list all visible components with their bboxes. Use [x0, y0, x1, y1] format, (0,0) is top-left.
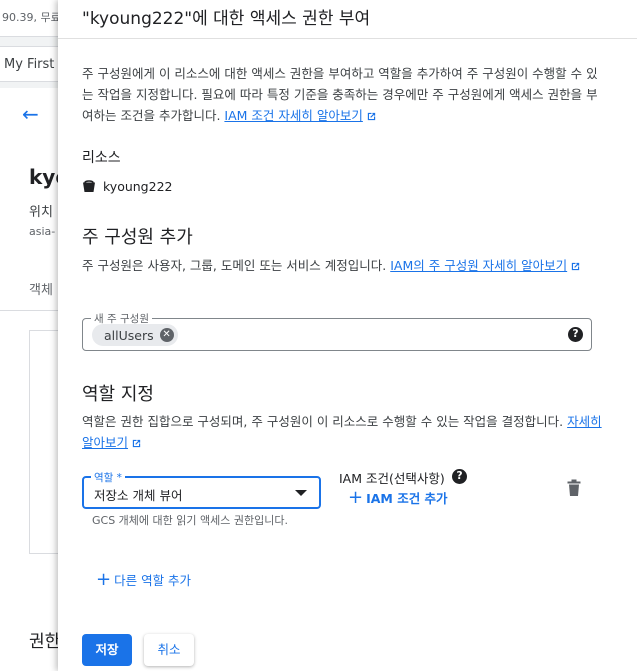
- resource-name: kyoung222: [103, 178, 173, 194]
- principal-chip-label: allUsers: [104, 327, 154, 343]
- new-principals-input[interactable]: 새 주 구성원 allUsers ✕ ?: [82, 311, 592, 351]
- remove-chip-icon[interactable]: ✕: [159, 328, 174, 342]
- back-arrow-icon[interactable]: ←: [22, 102, 39, 126]
- help-icon[interactable]: ?: [568, 327, 583, 342]
- grant-access-panel: "kyoung222"에 대한 액세스 권한 부여 주 구성원에게 이 리소스에…: [58, 0, 637, 671]
- role-label: 역할 *: [91, 470, 125, 485]
- panel-title: "kyoung222"에 대한 액세스 권한 부여: [82, 9, 371, 29]
- project-selector-label: My First: [4, 57, 55, 72]
- external-link-icon: [132, 439, 141, 448]
- background-topbar: 90.39, 무료: [0, 0, 61, 37]
- plus-icon: +: [348, 486, 364, 508]
- bucket-icon: [83, 180, 95, 192]
- background-objects-tab[interactable]: 객체: [29, 279, 53, 298]
- dropdown-arrow-icon: [295, 490, 307, 496]
- intro-text: 주 구성원에게 이 리소스에 대한 액세스 권한을 부여하고 역할을 추가하여 …: [82, 63, 602, 126]
- add-another-role-label: 다른 역할 추가: [114, 573, 192, 588]
- add-iam-condition-label: IAM 조건 추가: [366, 491, 448, 506]
- panel-header: "kyoung222"에 대한 액세스 권한 부여: [58, 0, 637, 39]
- assign-roles-description: 역할은 권한 집합으로 구성되며, 주 구성원이 이 리소스로 수행할 수 있는…: [82, 411, 602, 453]
- roles-desc-body: 역할은 권한 집합으로 구성되며, 주 구성원이 이 리소스로 수행할 수 있는…: [82, 414, 564, 429]
- assign-roles-heading: 역할 지정: [82, 384, 154, 405]
- cancel-button[interactable]: 취소: [144, 634, 194, 666]
- background-location-label: 위치: [29, 205, 53, 220]
- principals-learn-more-link[interactable]: IAM의 주 구성원 자세히 알아보기: [390, 258, 581, 273]
- delete-icon[interactable]: [566, 479, 582, 497]
- add-iam-condition-button[interactable]: + IAM 조건 추가: [348, 488, 448, 507]
- principal-chip[interactable]: allUsers ✕: [92, 324, 178, 346]
- external-link-icon: [367, 112, 376, 121]
- project-selector[interactable]: My First: [0, 46, 60, 82]
- add-principals-description: 주 구성원은 사용자, 그룹, 도메인 또는 서비스 계정입니다. IAM의 주…: [82, 255, 602, 276]
- background-divider: [0, 310, 60, 311]
- iam-condition-title: IAM 조건(선택사항): [339, 471, 445, 486]
- add-principals-heading: 주 구성원 추가: [82, 227, 193, 248]
- condition-help-icon[interactable]: ?: [452, 469, 467, 484]
- add-another-role-button[interactable]: + 다른 역할 추가: [96, 570, 191, 589]
- save-button[interactable]: 저장: [82, 634, 132, 666]
- iam-conditions-learn-more-link[interactable]: IAM 조건 자세히 알아보기: [224, 108, 376, 123]
- background-topbar-text: 90.39, 무료: [2, 11, 61, 24]
- role-hint: GCS 개체에 대한 읽기 액세스 권한입니다.: [92, 514, 288, 527]
- background-permissions-heading: 권한: [29, 632, 61, 652]
- plus-icon: +: [96, 568, 112, 590]
- role-select[interactable]: 역할 * 저장소 개체 뷰어: [82, 470, 321, 509]
- role-selected-value: 저장소 개체 뷰어: [94, 488, 183, 503]
- external-link-icon: [571, 262, 580, 271]
- principals-desc-body: 주 구성원은 사용자, 그룹, 도메인 또는 서비스 계정입니다.: [82, 258, 387, 273]
- background-location-value: asia-: [29, 225, 56, 238]
- resource-heading: 리소스: [82, 150, 121, 166]
- resource-row: kyoung222: [82, 176, 172, 196]
